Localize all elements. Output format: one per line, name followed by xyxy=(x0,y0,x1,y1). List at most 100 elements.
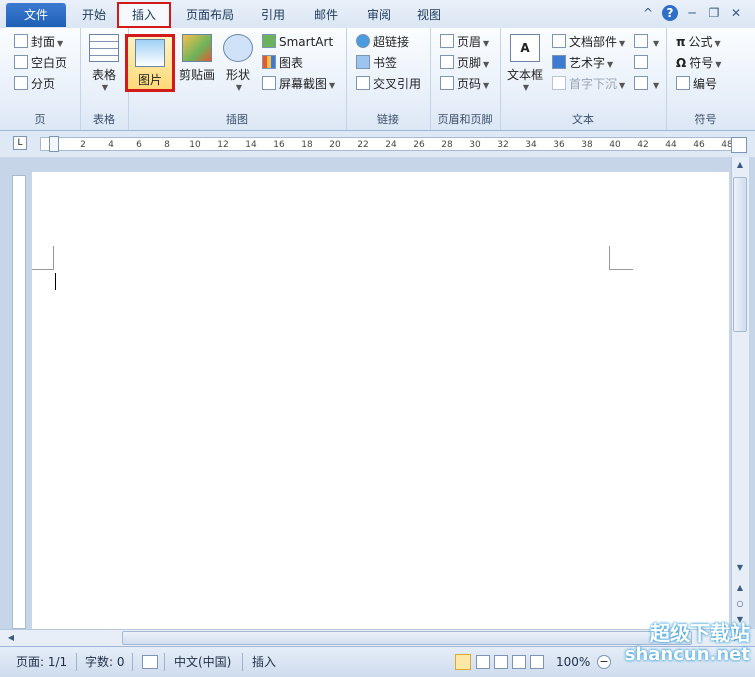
signature-icon xyxy=(634,34,648,48)
proofing-icon[interactable] xyxy=(142,655,158,669)
horizontal-ruler[interactable]: 2 4 6 8 10 12 14 16 18 20 22 24 26 28 30 32 34 36 38 40 42 44… xyxy=(40,137,733,151)
group-label-illustrations: 插图 xyxy=(226,113,248,126)
ruler-mark: 40 xyxy=(609,140,621,150)
tab-view[interactable]: 视图 xyxy=(407,5,451,25)
web-layout-icon[interactable] xyxy=(494,655,508,669)
tab-home[interactable]: 开始 xyxy=(72,5,116,25)
object-icon xyxy=(634,76,648,90)
hyperlink-button[interactable]: 超链接 xyxy=(356,32,409,52)
date-time-button[interactable] xyxy=(634,53,651,73)
previous-page-icon[interactable]: ▲ xyxy=(733,581,747,595)
table-icon xyxy=(89,34,119,62)
status-page[interactable]: 页面: 1/1 xyxy=(16,653,67,671)
vertical-ruler[interactable] xyxy=(12,175,26,629)
status-words[interactable]: 字数: 0 xyxy=(85,653,125,671)
quick-parts-button[interactable]: 文档部件 ▼ xyxy=(552,32,625,52)
blank-page-icon xyxy=(14,55,28,69)
group-label-header-footer: 页眉和页脚 xyxy=(437,113,493,126)
wordart-button[interactable]: 艺术字 ▼ xyxy=(552,53,613,73)
table-button[interactable]: 表格 ▼ xyxy=(86,34,122,92)
collapse-ribbon-icon[interactable]: ^ xyxy=(640,5,656,21)
blank-page-button[interactable]: 空白页 xyxy=(14,53,67,73)
group-links: 超链接 书签 交叉引用 链接 xyxy=(346,28,431,130)
outline-view-icon[interactable] xyxy=(512,655,526,669)
signature-line-button[interactable]: ▼ xyxy=(634,32,659,52)
zoom-level[interactable]: 100% xyxy=(556,653,590,671)
ruler-mark: 18 xyxy=(301,140,313,150)
tab-references[interactable]: 引用 xyxy=(251,5,295,25)
status-divider xyxy=(132,653,133,671)
status-language[interactable]: 中文(中国) xyxy=(174,653,231,671)
tab-selector-icon[interactable]: L xyxy=(13,136,27,150)
print-layout-icon[interactable] xyxy=(455,654,471,670)
close-icon[interactable]: ✕ xyxy=(728,5,744,21)
smartart-icon xyxy=(262,34,276,48)
minimize-icon[interactable]: ─ xyxy=(684,5,700,21)
group-symbols: π 公式 ▼ Ω 符号 ▼ 编号 符号 xyxy=(666,28,745,130)
header-button[interactable]: 页眉 ▼ xyxy=(440,32,489,52)
ruler-mark: 46 xyxy=(693,140,705,150)
scroll-left-icon[interactable]: ◀ xyxy=(4,631,18,645)
chevron-down-icon: ▼ xyxy=(715,60,722,69)
tab-insert[interactable]: 插入 xyxy=(117,2,171,28)
page-number-button[interactable]: 页码 ▼ xyxy=(440,74,489,94)
cross-reference-button[interactable]: 交叉引用 xyxy=(356,74,421,94)
group-tables: 表格 ▼ 表格 xyxy=(80,28,129,130)
status-divider xyxy=(164,653,165,671)
text-cursor xyxy=(55,273,56,290)
equation-button[interactable]: π 公式 ▼ xyxy=(676,32,721,52)
chevron-down-icon: ▼ xyxy=(483,39,490,48)
screenshot-button[interactable]: 屏幕截图 ▼ xyxy=(262,74,335,94)
number-icon xyxy=(676,76,690,90)
symbol-button[interactable]: Ω 符号 ▼ xyxy=(676,53,721,73)
status-divider xyxy=(242,653,243,671)
help-icon[interactable]: ? xyxy=(662,5,678,21)
chevron-down-icon: ▼ xyxy=(522,83,530,92)
ruler-mark: 38 xyxy=(581,140,593,150)
picture-icon xyxy=(135,39,165,67)
status-insert-mode[interactable]: 插入 xyxy=(252,653,276,671)
scroll-down-icon[interactable]: ▼ xyxy=(733,561,747,575)
chart-button[interactable]: 图表 xyxy=(262,53,303,73)
cover-page-button[interactable]: 封面 ▼ xyxy=(14,32,63,52)
page-break-button[interactable]: 分页 xyxy=(14,74,55,94)
chevron-down-icon: ▼ xyxy=(619,39,626,48)
indent-marker-icon[interactable] xyxy=(49,136,59,152)
ruler-mark: 24 xyxy=(385,140,397,150)
group-illustrations: 图片 剪贴画 形状 ▼ SmartArt 图表 屏幕截图 ▼ 插图 xyxy=(125,28,347,130)
restore-icon[interactable]: ❐ xyxy=(706,5,722,21)
view-ruler-icon[interactable] xyxy=(731,137,747,153)
tab-file[interactable]: 文件 xyxy=(6,3,66,27)
number-button[interactable]: 编号 xyxy=(676,74,717,94)
document-page[interactable] xyxy=(32,172,729,629)
vertical-scrollbar[interactable]: ▲ ▼ ▲ ○ ▼ xyxy=(731,157,749,629)
chevron-down-icon: ▼ xyxy=(714,39,721,48)
smartart-button[interactable]: SmartArt xyxy=(262,32,333,52)
margin-corner-right xyxy=(609,246,610,270)
margin-corner-right-h xyxy=(609,269,633,270)
ribbon: 封面 ▼ 空白页 分页 页 表格 ▼ 表格 图片 剪贴画 形状 ▼ SmartA… xyxy=(0,28,755,131)
tab-review[interactable]: 审阅 xyxy=(357,5,401,25)
browse-object-icon[interactable]: ○ xyxy=(733,597,747,611)
clipart-button[interactable]: 剪贴画 xyxy=(177,34,217,83)
scroll-up-icon[interactable]: ▲ xyxy=(733,157,747,173)
chevron-down-icon: ▼ xyxy=(235,83,243,92)
bookmark-button[interactable]: 书签 xyxy=(356,53,397,73)
draft-view-icon[interactable] xyxy=(530,655,544,669)
insert-picture-button[interactable]: 图片 xyxy=(125,34,175,92)
textbox-button[interactable]: A 文本框 ▼ xyxy=(504,34,546,92)
footer-button[interactable]: 页脚 ▼ xyxy=(440,53,489,73)
group-label-tables: 表格 xyxy=(93,113,115,126)
vertical-scroll-thumb[interactable] xyxy=(733,177,747,332)
status-divider xyxy=(76,653,77,671)
shapes-button[interactable]: 形状 ▼ xyxy=(220,34,256,92)
tab-page-layout[interactable]: 页面布局 xyxy=(178,5,242,25)
drop-cap-button[interactable]: 首字下沉 ▼ xyxy=(552,74,625,94)
full-screen-reading-icon[interactable] xyxy=(476,655,490,669)
object-button[interactable]: ▼ xyxy=(634,74,659,94)
ruler-mark: 34 xyxy=(525,140,537,150)
cross-reference-icon xyxy=(356,76,370,90)
chevron-down-icon: ▼ xyxy=(483,60,490,69)
tab-mailings[interactable]: 邮件 xyxy=(304,5,348,25)
ruler-mark: 32 xyxy=(497,140,509,150)
